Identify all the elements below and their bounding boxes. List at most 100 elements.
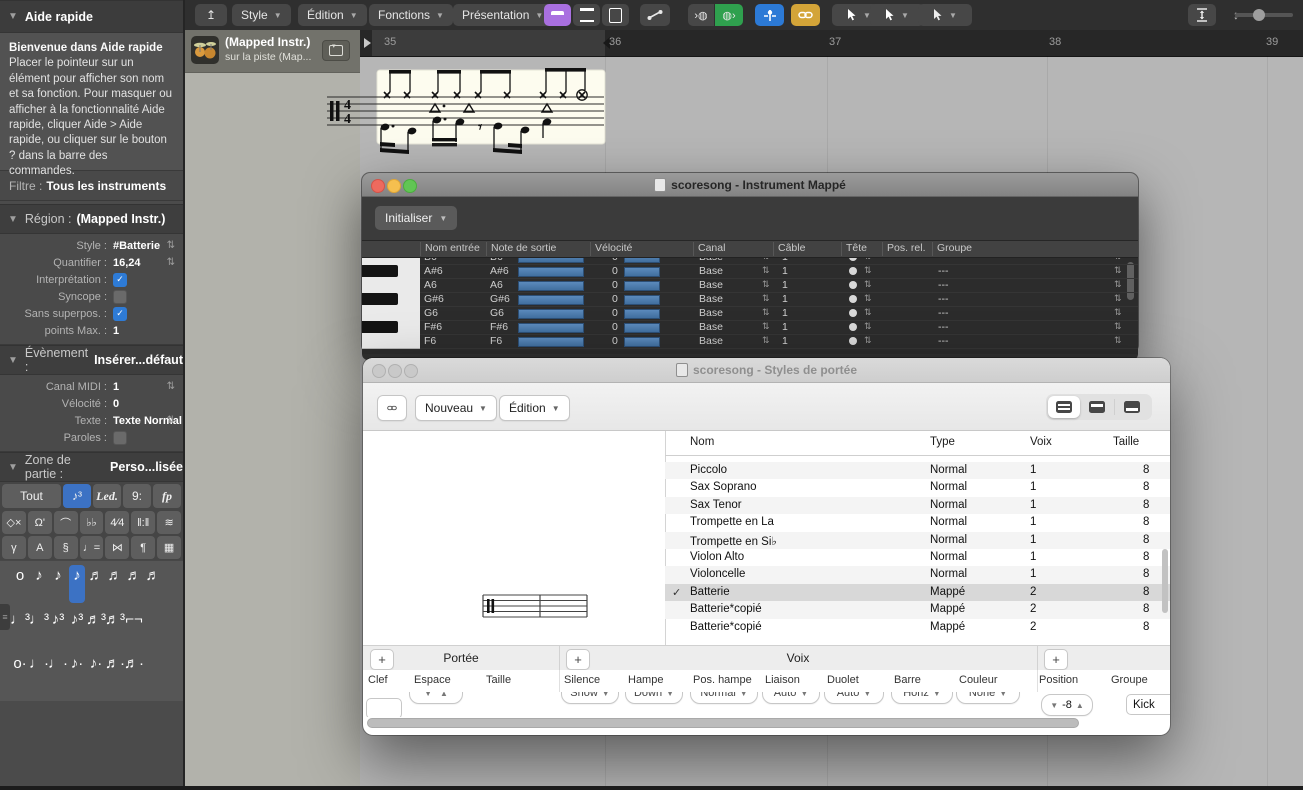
- add-assignment-button[interactable]: +: [1044, 648, 1068, 670]
- note-out-bar[interactable]: [518, 337, 584, 347]
- stepper-icon[interactable]: ⇅: [864, 321, 872, 332]
- staff-style-row[interactable]: Violon Alto Normal 1 8: [665, 549, 1170, 566]
- close-button[interactable]: [371, 178, 385, 193]
- column-nom[interactable]: Nom: [690, 436, 714, 448]
- note-out-bar[interactable]: [518, 323, 584, 333]
- velocity-bar[interactable]: [624, 295, 660, 305]
- view-list-button[interactable]: [1048, 396, 1080, 418]
- note-duration-cell[interactable]: ♬³: [105, 609, 125, 647]
- staff-style-row[interactable]: Sax Tenor Normal 1 8: [665, 496, 1170, 515]
- stepper-icon[interactable]: ⇅: [1114, 279, 1122, 290]
- menu-edition[interactable]: Édition ▼: [298, 4, 367, 26]
- menu-presentation[interactable]: Présentation ▼: [453, 4, 553, 26]
- stepper-icon[interactable]: ⇅: [864, 279, 872, 290]
- partbox-symbol[interactable]: ▦: [157, 536, 182, 559]
- note-duration-cell[interactable]: ♬: [107, 565, 123, 603]
- stepper-icon[interactable]: ⇅: [864, 265, 872, 276]
- notehead-dot-icon[interactable]: [849, 258, 857, 261]
- note-duration-cell[interactable]: ♬·: [105, 653, 125, 691]
- velocity-bar[interactable]: [624, 267, 660, 277]
- partbox-symbol[interactable]: ◇×: [2, 511, 26, 534]
- note-duration-cell[interactable]: ♬: [88, 565, 104, 603]
- styles-window-titlebar[interactable]: scoresong - Styles de portée: [363, 358, 1170, 383]
- staff-style-row[interactable]: Piccolo Normal 1 8: [665, 462, 1170, 480]
- close-button[interactable]: [372, 363, 386, 378]
- stepper-icon[interactable]: ⇅: [864, 258, 872, 262]
- piano-key-white[interactable]: [362, 278, 420, 293]
- stepper-icon[interactable]: ⇅: [1114, 265, 1122, 276]
- column-cable[interactable]: Câble: [773, 242, 805, 256]
- partbox-symbol[interactable]: Ω': [27, 511, 52, 534]
- note-duration-cell[interactable]: ♪·: [69, 653, 85, 691]
- notehead-dot-icon[interactable]: [849, 280, 857, 289]
- note-duration-cell[interactable]: ♩³: [10, 609, 30, 647]
- view-linear-button[interactable]: [544, 4, 571, 26]
- note-out-bar[interactable]: [518, 267, 584, 277]
- playhead-triangle-icon[interactable]: [364, 38, 371, 48]
- partbox-section-header[interactable]: ▼ Zone de partie : Perso...lisée: [0, 452, 183, 482]
- styles-vertical-scrollbar[interactable]: [1162, 549, 1168, 613]
- column-canal[interactable]: Canal: [693, 242, 725, 256]
- glue-tool-button[interactable]: [640, 4, 670, 26]
- groupe-field[interactable]: Kick: [1126, 694, 1170, 715]
- partbox-symbol[interactable]: ‖:‖: [131, 511, 156, 534]
- note-duration-cell[interactable]: ♩·: [48, 653, 68, 691]
- couleur-dropdown[interactable]: None ▼: [956, 692, 1020, 704]
- staff-style-row[interactable]: Violoncelle Normal 1 8: [665, 566, 1170, 584]
- note-duration-cell[interactable]: ♪³: [50, 609, 66, 647]
- command-click-tool-selector[interactable]: ▼: [870, 4, 924, 26]
- stepper-icon[interactable]: ⇅: [167, 381, 175, 392]
- position-stepper[interactable]: ▼ -8 ▲: [1041, 694, 1093, 716]
- link-mode-button[interactable]: [791, 4, 820, 26]
- mapped-window-titlebar[interactable]: scoresong - Instrument Mappé: [362, 173, 1138, 197]
- note-duration-cell[interactable]: ♩·: [29, 653, 49, 691]
- minimize-button[interactable]: [388, 363, 402, 378]
- partbox-symbol[interactable]: ¶: [131, 536, 156, 559]
- styles-horizontal-scrollbar[interactable]: [367, 718, 1079, 728]
- staff-style-row[interactable]: Batterie*copié Mappé 2 8: [665, 601, 1170, 619]
- velocity-bar[interactable]: [624, 309, 660, 319]
- stepper-icon[interactable]: ⇅: [167, 415, 175, 426]
- stepper-icon[interactable]: ⇅: [762, 335, 770, 346]
- velocity-bar[interactable]: [624, 323, 660, 333]
- velocity-bar[interactable]: [624, 281, 660, 291]
- stepper-icon[interactable]: ⇅: [1114, 321, 1122, 332]
- stepper-icon[interactable]: ⇅: [864, 335, 872, 346]
- partbox-tab-4[interactable]: fp: [153, 484, 181, 508]
- staff-style-row[interactable]: Sax Soprano Normal 1 8: [665, 479, 1170, 496]
- mapped-row[interactable]: F6 F6 0 Base ⇅ 1 ⇅ --- ⇅: [362, 334, 1138, 349]
- mapped-row[interactable]: G6 G6 0 Base ⇅ 1 ⇅ --- ⇅: [362, 306, 1138, 321]
- auto-vertical-zoom-button[interactable]: [1188, 4, 1216, 26]
- midi-in-button[interactable]: ›◍: [688, 4, 714, 26]
- stepper-icon[interactable]: ⇅: [762, 293, 770, 304]
- mapped-row[interactable]: A6 A6 0 Base ⇅ 1 ⇅ --- ⇅: [362, 278, 1138, 293]
- view-top-button[interactable]: [1081, 396, 1113, 418]
- note-out-bar[interactable]: [518, 309, 584, 319]
- note-duration-cell[interactable]: o·: [12, 653, 28, 691]
- note-out-bar[interactable]: [518, 295, 584, 305]
- stepper-icon[interactable]: ⇅: [864, 293, 872, 304]
- barre-dropdown[interactable]: Horiz ▼: [891, 692, 953, 704]
- nouveau-button[interactable]: Nouveau ▼: [415, 395, 497, 421]
- note-duration-cell[interactable]: ♪: [50, 565, 66, 603]
- mapped-row[interactable]: G#6 G#6 0 Base ⇅ 1 ⇅ --- ⇅: [362, 292, 1138, 307]
- partbox-tab-1[interactable]: ♪³: [63, 484, 91, 508]
- piano-key-black[interactable]: [362, 292, 420, 307]
- stepper-icon[interactable]: ⇅: [762, 279, 770, 290]
- stepper-icon[interactable]: ⇅: [762, 265, 770, 276]
- column-type[interactable]: Type: [930, 436, 955, 448]
- piano-key-white[interactable]: [362, 334, 420, 349]
- liaison-dropdown[interactable]: Auto ▼: [762, 692, 820, 704]
- notehead-dot-icon[interactable]: [849, 336, 857, 345]
- initialize-button[interactable]: Initialiser ▼: [375, 206, 458, 230]
- staff-preview-pane[interactable]: [363, 431, 666, 646]
- partbox-symbol[interactable]: A: [27, 536, 52, 559]
- column-taille[interactable]: Taille: [1113, 436, 1139, 448]
- partbox-symbol[interactable]: ⌒: [53, 511, 78, 534]
- silence-dropdown[interactable]: Show ▼: [561, 692, 619, 704]
- note-duration-cell[interactable]: ♬³: [86, 609, 106, 647]
- stepper-icon[interactable]: ⇅: [1114, 293, 1122, 304]
- column-voix[interactable]: Voix: [1030, 436, 1052, 448]
- catch-playhead-button[interactable]: [755, 4, 784, 26]
- mapped-row[interactable]: A#6 A#6 0 Base ⇅ 1 ⇅ --- ⇅: [362, 264, 1138, 279]
